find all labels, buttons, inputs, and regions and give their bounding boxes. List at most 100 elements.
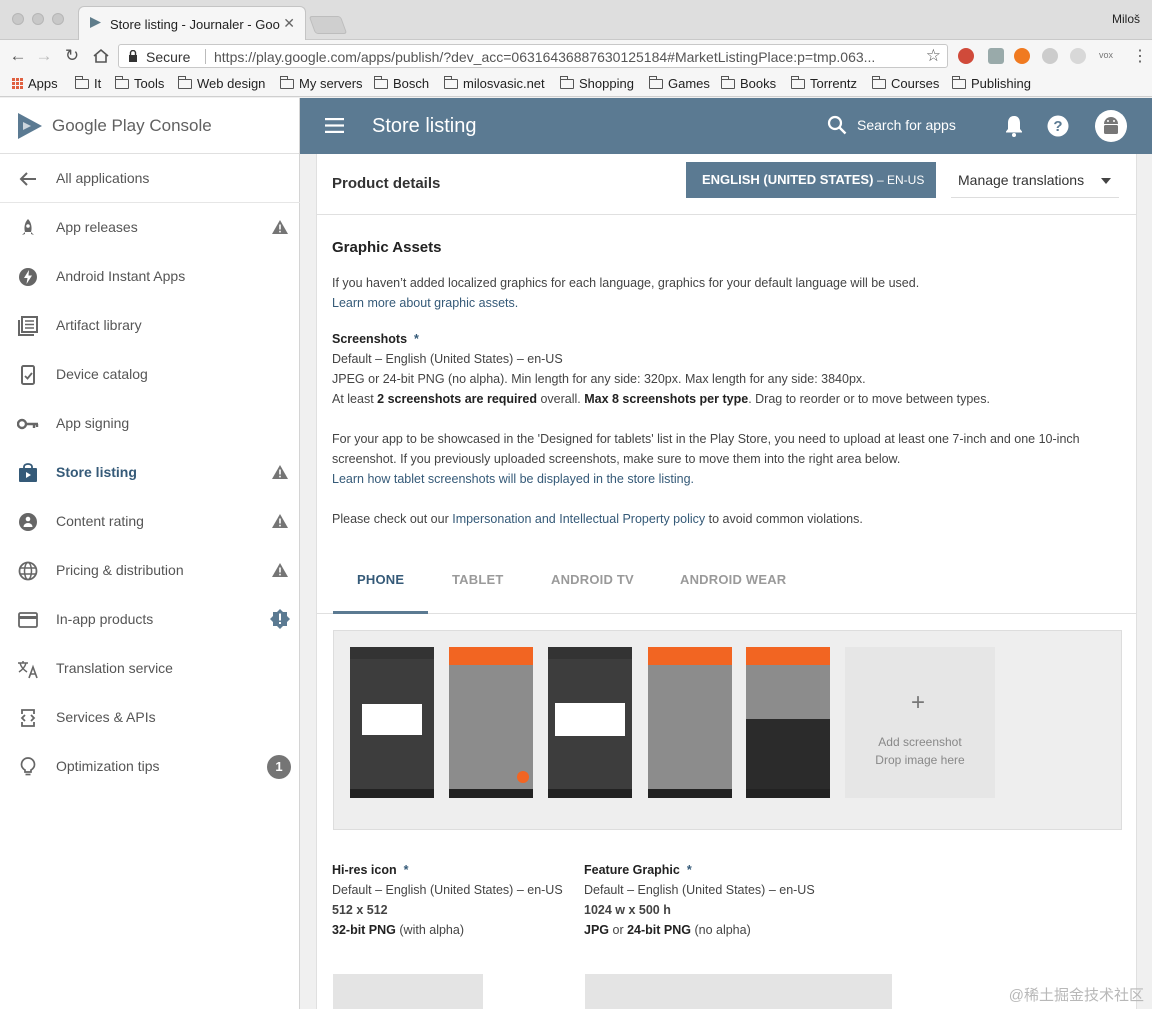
bookmark-folder[interactable]: Torrentz [791,75,857,91]
bookmark-folder[interactable]: Courses [872,75,939,91]
screenshots-dropzone[interactable]: + Add screenshot Drop image here [333,630,1122,830]
feature-graphic-format: JPG or 24-bit PNG (no alpha) [584,923,751,937]
sidebar-item-label: All applications [56,170,150,186]
help-icon[interactable]: ? [1047,115,1069,137]
sidebar-item-optimization-tips[interactable]: Optimization tips 1 [0,742,300,791]
bookmark-folder[interactable]: My servers [280,75,363,91]
sidebar-item-label: Pricing & distribution [56,562,184,578]
tab-title: Store listing - Journaler - Goo [110,17,280,32]
brand-header[interactable]: Google Play Console [0,98,299,154]
plus-icon: + [911,689,926,716]
top-app-bar: Store listing Search for apps ? [300,98,1152,154]
tab-phone[interactable]: PHONE [357,572,404,587]
folder-icon [560,75,574,89]
screenshot-thumbnail[interactable] [350,647,434,798]
screenshot-thumbnail[interactable] [746,647,830,798]
tab-close-icon[interactable]: ✕ [283,15,295,32]
origin-extension-icon[interactable] [1014,48,1030,64]
sidebar-item-device-catalog[interactable]: Device catalog [0,350,300,399]
tablet-screenshots-link[interactable]: Learn how tablet screenshots will be dis… [332,472,694,486]
window-close-button[interactable] [12,13,24,25]
notifications-bell-icon[interactable] [1003,114,1025,138]
sidebar-item-app-releases[interactable]: App releases [0,203,300,252]
sidebar-item-pricing-distribution[interactable]: Pricing & distribution [0,546,300,595]
tab-android-wear[interactable]: ANDROID WEAR [680,572,786,587]
tablet-note-line1: For your app to be showcased in the 'Des… [332,432,1080,446]
extension-icon[interactable] [988,48,1004,64]
tab-android-tv[interactable]: ANDROID TV [551,572,634,587]
bookmark-apps[interactable]: Apps [12,76,58,91]
sidebar: Google Play Console All applications App… [0,98,300,1009]
home-icon[interactable] [92,48,110,64]
bookmark-folder[interactable]: Games [649,75,710,91]
bookmark-folder[interactable]: Web design [178,75,265,91]
url-text[interactable]: https://play.google.com/apps/publish/?de… [214,49,924,65]
tab-tablet[interactable]: TABLET [452,572,504,587]
sidebar-item-all-applications[interactable]: All applications [0,154,300,203]
api-icon [17,707,39,729]
credit-card-icon [17,609,39,631]
sidebar-item-artifact-library[interactable]: Artifact library [0,301,300,350]
search-icon[interactable] [827,115,847,135]
bookmark-folder[interactable]: Books [721,75,776,91]
sidebar-item-store-listing[interactable]: Store listing [0,448,300,497]
policy-note: Please check out our Impersonation and I… [332,512,863,526]
sidebar-item-content-rating[interactable]: Content rating [0,497,300,546]
feature-graphic-title: Feature Graphic * [584,863,692,877]
active-tab-indicator [333,611,428,614]
bookmark-folder[interactable]: Tools [115,75,164,91]
browser-tab[interactable]: Store listing - Journaler - Goo ✕ [78,6,306,40]
cloud-extension-icon[interactable] [1070,48,1086,64]
apps-grid-icon [12,78,23,89]
extension-icon[interactable] [1042,48,1058,64]
sidebar-item-services-apis[interactable]: Services & APIs [0,693,300,742]
language-code: – EN-US [877,173,925,187]
bookmark-folder[interactable]: milosvasic.net [444,75,545,91]
hires-icon-section: Hi-res icon * Default – English (United … [332,863,563,943]
bookmark-folder[interactable]: Publishing [952,75,1031,91]
sidebar-item-translation-service[interactable]: Translation service [0,644,300,693]
new-tab-button[interactable] [308,16,348,34]
sidebar-item-in-app-products[interactable]: In-app products [0,595,300,644]
browser-menu-icon[interactable]: ⋮ [1132,46,1148,66]
bookmarks-bar: Apps It Tools Web design My servers Bosc… [0,72,1152,97]
pinterest-extension-icon[interactable] [958,48,974,64]
svg-text:?: ? [1053,118,1062,135]
bookmark-folder[interactable]: Shopping [560,75,634,91]
window-zoom-button[interactable] [52,13,64,25]
feature-graphic-upload-area[interactable] [585,974,892,1009]
sidebar-item-android-instant-apps[interactable]: Android Instant Apps [0,252,300,301]
screenshot-thumbnail[interactable] [648,647,732,798]
screenshot-thumbnail[interactable] [449,647,533,798]
sidebar-item-app-signing[interactable]: App signing [0,399,300,448]
forward-arrow-icon[interactable]: → [34,46,54,66]
add-screenshot-tile[interactable]: + Add screenshot Drop image here [845,647,995,798]
browser-user-name[interactable]: Miloš [1112,12,1140,26]
ip-policy-link[interactable]: Impersonation and Intellectual Property … [452,512,705,526]
omnibox[interactable]: Secure https://play.google.com/apps/publ… [118,44,948,68]
screenshot-thumbnail[interactable] [548,647,632,798]
bookmark-folder[interactable]: Bosch [374,75,429,91]
folder-icon [115,75,129,89]
bookmark-star-icon[interactable]: ☆ [926,46,941,66]
language-button[interactable]: ENGLISH (UNITED STATES) – EN-US [686,162,936,198]
search-apps-input[interactable]: Search for apps [857,117,956,133]
folder-icon [280,75,294,89]
device-icon [17,364,39,386]
bookmark-folder[interactable]: It [75,75,101,91]
language-label: ENGLISH (UNITED STATES) [702,172,874,187]
feature-graphic-size: 1024 w x 500 h [584,903,671,917]
vox-extension-icon[interactable]: vox [1099,50,1113,60]
hamburger-menu-icon[interactable] [325,118,344,133]
account-avatar[interactable] [1095,110,1127,142]
reload-icon[interactable]: ↻ [62,46,82,66]
manage-translations-dropdown[interactable]: Manage translations [951,162,1119,198]
graphic-assets-heading: Graphic Assets [332,239,442,256]
learn-more-graphic-assets-link[interactable]: Learn more about graphic assets. [332,296,518,310]
hires-icon-upload-area[interactable] [333,974,483,1009]
library-icon [17,315,39,337]
sidebar-item-label: App releases [56,219,138,235]
back-arrow-icon[interactable]: ← [8,46,28,66]
window-minimize-button[interactable] [32,13,44,25]
graphic-intro-text: If you haven’t added localized graphics … [332,276,920,290]
